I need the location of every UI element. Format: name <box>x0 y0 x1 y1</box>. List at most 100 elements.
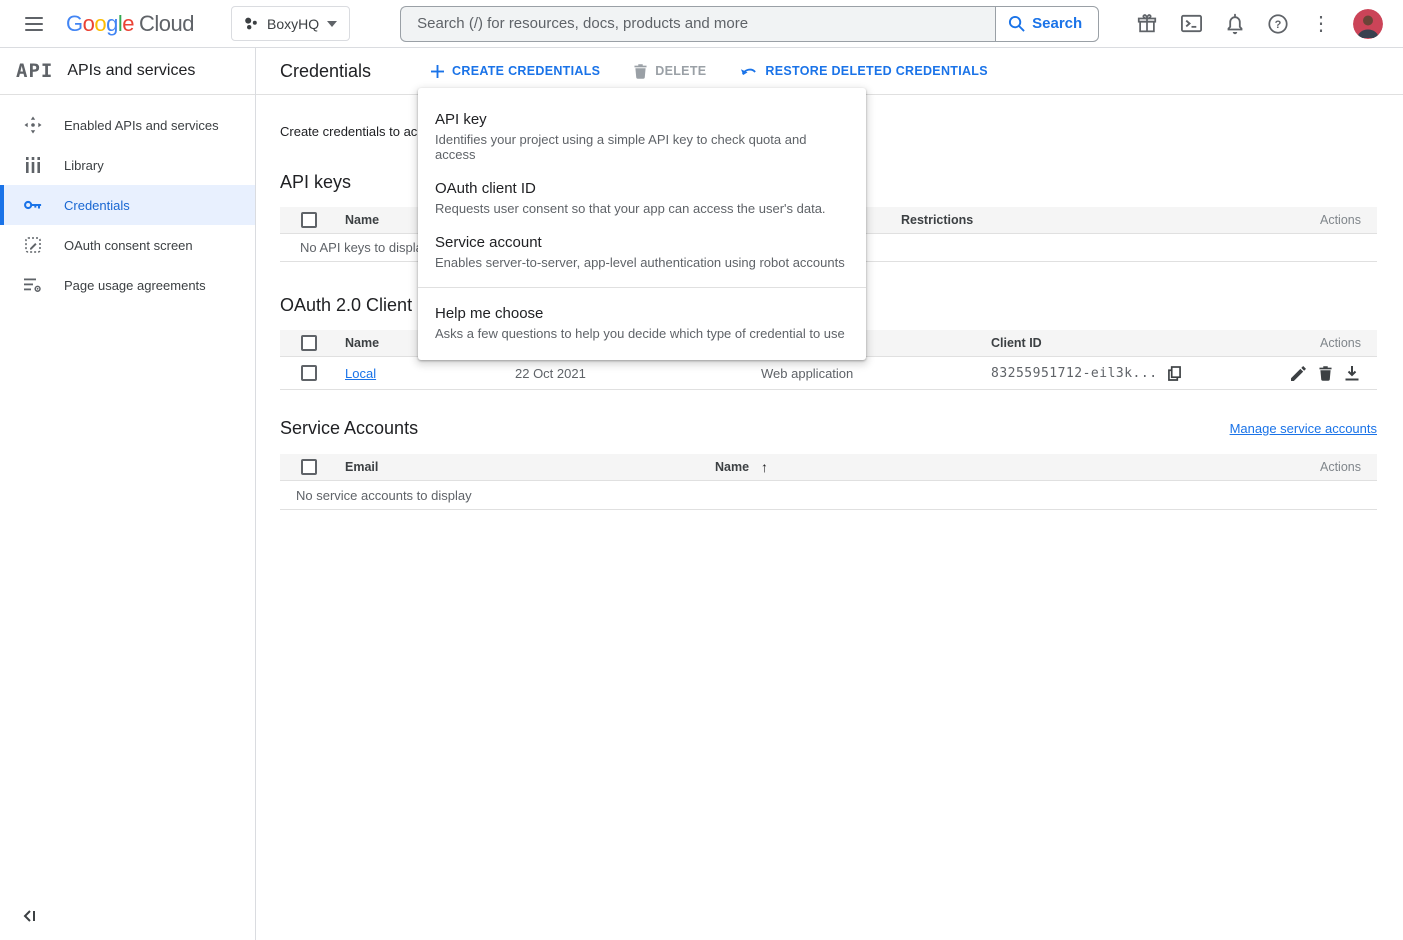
restore-deleted-credentials-button[interactable]: RESTORE DELETED CREDENTIALS <box>740 64 987 78</box>
help-icon: ? <box>1267 13 1289 35</box>
create-credentials-label: CREATE CREDENTIALS <box>452 64 600 78</box>
column-header-name[interactable]: Name ↑ <box>715 459 1320 475</box>
library-icon <box>24 157 42 173</box>
sidebar-item-label: Credentials <box>64 198 130 213</box>
sidebar-item-label: OAuth consent screen <box>64 238 193 253</box>
avatar-photo <box>1353 9 1383 39</box>
pencil-icon <box>1291 366 1306 381</box>
copy-client-id-button[interactable] <box>1168 366 1181 381</box>
copy-icon <box>1168 366 1181 381</box>
sidebar-title: APIs and services <box>67 62 195 80</box>
client-name-link[interactable]: Local <box>345 366 376 381</box>
api-logo: API <box>16 60 53 82</box>
intro-text: Create credentials to ac <box>280 124 417 139</box>
delete-button[interactable]: DELETE <box>634 64 706 79</box>
sidebar-nav: Enabled APIs and services Library Creden… <box>0 95 255 305</box>
search-icon <box>1008 15 1025 32</box>
sidebar: API APIs and services Enabled APIs and s… <box>0 48 256 940</box>
restore-label: RESTORE DELETED CREDENTIALS <box>765 64 987 78</box>
search-input[interactable] <box>400 6 995 42</box>
project-icon <box>244 16 259 31</box>
column-header-client-id[interactable]: Client ID <box>991 336 1320 350</box>
menu-item-description: Asks a few questions to help you decide … <box>435 326 846 341</box>
menu-item-description: Requests user consent so that your app c… <box>435 201 846 216</box>
bell-icon <box>1225 13 1245 35</box>
collapse-panel-icon <box>22 909 38 923</box>
sidebar-item-label: Page usage agreements <box>64 278 206 293</box>
consent-screen-icon <box>24 237 42 253</box>
user-avatar[interactable] <box>1353 9 1383 39</box>
menu-item-oauth-client-id[interactable]: OAuth client ID Requests user consent so… <box>418 171 866 225</box>
column-header-restrictions[interactable]: Restrictions <box>901 213 1320 227</box>
sidebar-header: API APIs and services <box>0 48 255 95</box>
create-credentials-menu: API key Identifies your project using a … <box>418 88 866 360</box>
menu-item-title: Help me choose <box>435 304 846 323</box>
download-client-button[interactable] <box>1345 366 1359 381</box>
sort-asc-icon[interactable]: ↑ <box>761 459 768 475</box>
project-name: BoxyHQ <box>267 16 319 32</box>
sidebar-item-oauth-consent[interactable]: OAuth consent screen <box>0 225 255 265</box>
menu-item-help-me-choose[interactable]: Help me choose Asks a few questions to h… <box>418 296 866 350</box>
top-bar: GoogleCloud BoxyHQ Search ? ⋮ <box>0 0 1403 48</box>
undo-icon <box>740 65 757 77</box>
oauth-client-row: Local 22 Oct 2021 Web application 832559… <box>280 357 1377 390</box>
google-cloud-logo: GoogleCloud <box>66 11 194 37</box>
client-type-value: Web application <box>761 366 991 381</box>
toolbar: CREATE CREDENTIALS DELETE RESTORE DELETE… <box>431 64 988 79</box>
edit-client-button[interactable] <box>1291 366 1306 381</box>
service-accounts-title: Service Accounts <box>280 418 418 439</box>
vertical-dots-icon: ⋮ <box>1311 14 1331 34</box>
cloud-shell-button[interactable] <box>1180 12 1203 35</box>
enabled-apis-icon <box>24 116 42 134</box>
delete-label: DELETE <box>655 64 706 78</box>
oauth-clients-title: OAuth 2.0 Client I <box>280 295 422 316</box>
client-id-value: 83255951712-eil3k... <box>991 366 1158 381</box>
select-all-checkbox[interactable] <box>301 335 317 351</box>
menu-item-description: Identifies your project using a simple A… <box>435 132 846 162</box>
menu-item-service-account[interactable]: Service account Enables server-to-server… <box>418 225 866 279</box>
select-all-checkbox[interactable] <box>301 212 317 228</box>
sidebar-item-page-usage[interactable]: Page usage agreements <box>0 265 255 305</box>
topbar-actions: ? ⋮ <box>1136 9 1383 39</box>
manage-service-accounts-link[interactable]: Manage service accounts <box>1230 421 1377 436</box>
trash-icon <box>634 64 647 79</box>
sidebar-item-label: Library <box>64 158 104 173</box>
api-keys-title: API keys <box>280 172 351 193</box>
service-accounts-header-row: Service Accounts Manage service accounts <box>280 418 1377 439</box>
creation-date-value: 22 Oct 2021 <box>515 366 586 381</box>
name-label: Name <box>715 460 749 474</box>
sidebar-item-enabled-apis[interactable]: Enabled APIs and services <box>0 105 255 145</box>
gift-icon <box>1136 13 1158 35</box>
search-button[interactable]: Search <box>995 6 1099 42</box>
column-header-actions: Actions <box>1320 213 1377 227</box>
menu-item-api-key[interactable]: API key Identifies your project using a … <box>418 102 866 171</box>
gift-button[interactable] <box>1136 13 1158 35</box>
google-logo-cloud: Cloud <box>139 11 194 36</box>
row-checkbox[interactable] <box>301 365 317 381</box>
service-accounts-table: Email Name ↑ Actions No service accounts… <box>280 454 1377 510</box>
key-icon <box>24 199 42 211</box>
terminal-icon <box>1180 12 1203 35</box>
create-credentials-button[interactable]: CREATE CREDENTIALS <box>431 64 600 78</box>
menu-item-title: Service account <box>435 233 846 252</box>
service-accounts-empty-state: No service accounts to display <box>280 481 1377 510</box>
more-options-button[interactable]: ⋮ <box>1311 14 1331 34</box>
delete-client-button[interactable] <box>1319 366 1332 381</box>
sidebar-item-credentials[interactable]: Credentials <box>0 185 255 225</box>
select-all-checkbox[interactable] <box>301 459 317 475</box>
project-selector[interactable]: BoxyHQ <box>231 6 350 41</box>
menu-item-description: Enables server-to-server, app-level auth… <box>435 255 846 270</box>
agreements-icon <box>24 277 42 293</box>
notifications-button[interactable] <box>1225 13 1245 35</box>
collapse-sidebar-button[interactable] <box>22 909 38 926</box>
download-icon <box>1345 366 1359 381</box>
sidebar-item-library[interactable]: Library <box>0 145 255 185</box>
chevron-down-icon <box>327 21 337 27</box>
search-button-label: Search <box>1032 15 1082 32</box>
search-box: Search <box>400 6 1099 42</box>
hamburger-menu-icon[interactable] <box>25 17 43 31</box>
help-button[interactable]: ? <box>1267 13 1289 35</box>
column-header-email[interactable]: Email <box>345 460 715 474</box>
service-accounts-table-header: Email Name ↑ Actions <box>280 454 1377 481</box>
menu-divider <box>418 287 866 288</box>
